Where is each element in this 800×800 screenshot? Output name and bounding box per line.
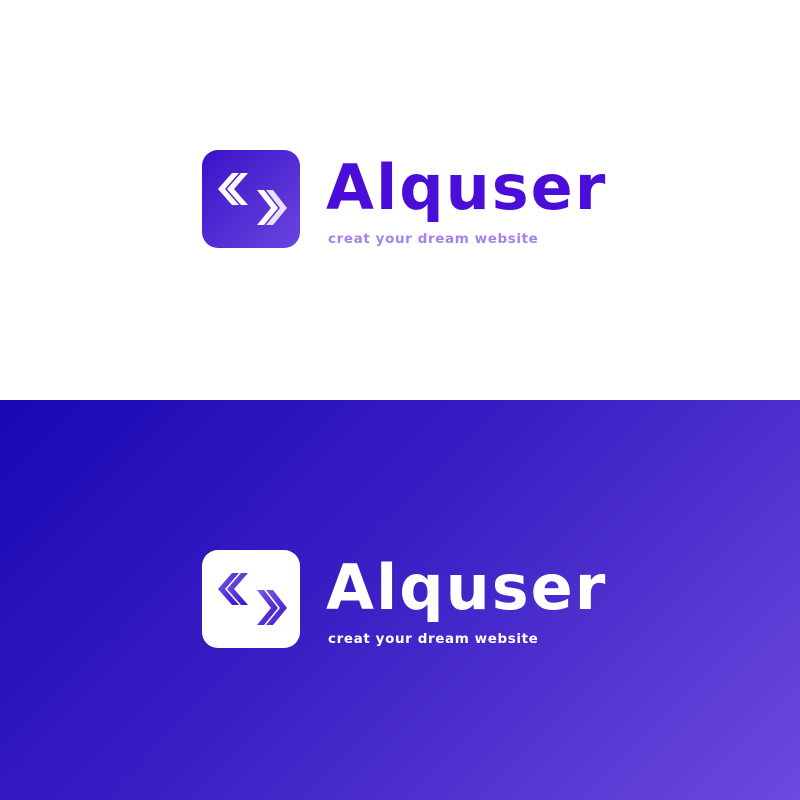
light-logo-panel: Alquser creat your dream website bbox=[0, 0, 800, 400]
brand-name: Alquser bbox=[326, 551, 608, 624]
brand-tagline: creat your dream website bbox=[328, 231, 539, 247]
brand-tagline: creat your dream website bbox=[328, 631, 539, 647]
logo-icon bbox=[202, 550, 300, 648]
logo-icon bbox=[202, 150, 300, 248]
brand-name: Alquser bbox=[326, 151, 608, 224]
dark-logo-panel: Alquser creat your dream website bbox=[0, 400, 800, 800]
